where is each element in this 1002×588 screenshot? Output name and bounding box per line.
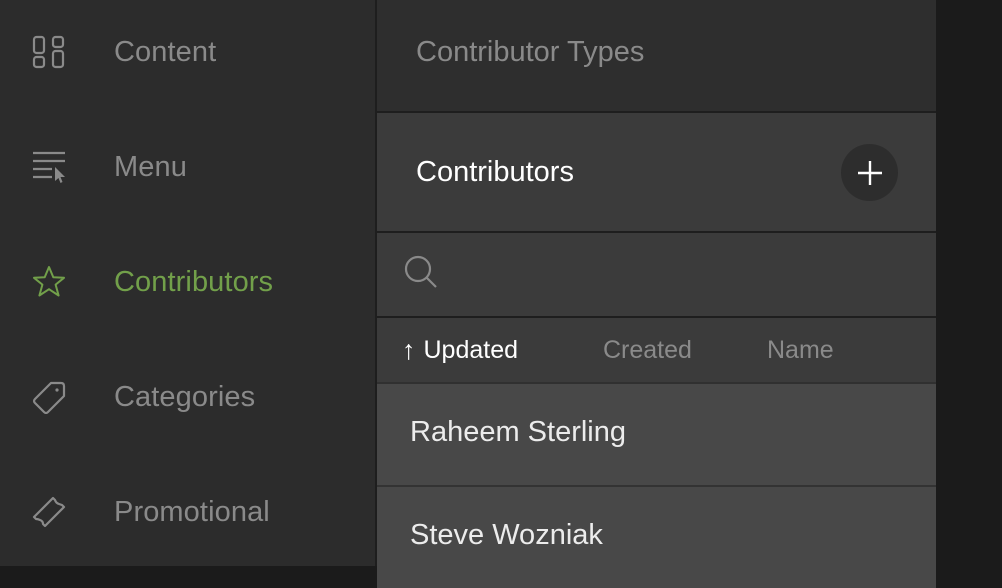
sidebar-item-content[interactable]: Content [0, 22, 375, 82]
sidebar-item-categories[interactable]: Categories [0, 367, 375, 427]
sidebar-nav: Content Menu Contributors Categories Pro… [0, 0, 375, 566]
search-input[interactable] [447, 253, 911, 297]
contributor-name: Raheem Sterling [410, 416, 626, 448]
sort-bar: ↑ Updated Created Name [377, 318, 936, 382]
list-item[interactable]: Raheem Sterling [377, 384, 936, 485]
sort-ascending-arrow-icon: ↑ [402, 334, 416, 365]
sort-name[interactable]: Name [767, 318, 834, 382]
tag-icon [32, 380, 66, 414]
section-title: Contributors [416, 156, 574, 188]
ticket-icon [32, 495, 66, 529]
search-icon [404, 255, 440, 296]
sidebar-item-menu[interactable]: Menu [0, 137, 375, 197]
sidebar-item-promotional[interactable]: Promotional [0, 482, 375, 542]
search-bar [377, 233, 936, 316]
contributor-types-title: Contributor Types [416, 36, 645, 68]
sidebar-item-label: Menu [114, 150, 187, 183]
sort-label: Created [603, 335, 692, 364]
add-contributor-button[interactable] [841, 144, 898, 201]
sidebar-item-label: Promotional [114, 495, 270, 528]
sort-label: Updated [423, 335, 519, 364]
sidebar-item-label: Content [114, 35, 217, 68]
contributors-panel: Contributor Types Contributors ↑ Updated… [377, 0, 936, 588]
contributor-types-header[interactable]: Contributor Types [377, 0, 936, 111]
sort-updated[interactable]: ↑ Updated [402, 318, 518, 382]
contributor-name: Steve Wozniak [410, 519, 603, 551]
sidebar-item-label: Categories [114, 380, 256, 413]
plus-icon [857, 160, 882, 185]
grid-icon [32, 35, 66, 69]
sidebar-item-label: Contributors [114, 265, 274, 298]
sort-created[interactable]: Created [603, 318, 692, 382]
menu-cursor-icon [32, 150, 66, 184]
star-icon [32, 265, 66, 299]
sort-label: Name [767, 335, 834, 364]
sidebar-item-contributors[interactable]: Contributors [0, 252, 375, 312]
list-item[interactable]: Steve Wozniak [377, 487, 936, 588]
